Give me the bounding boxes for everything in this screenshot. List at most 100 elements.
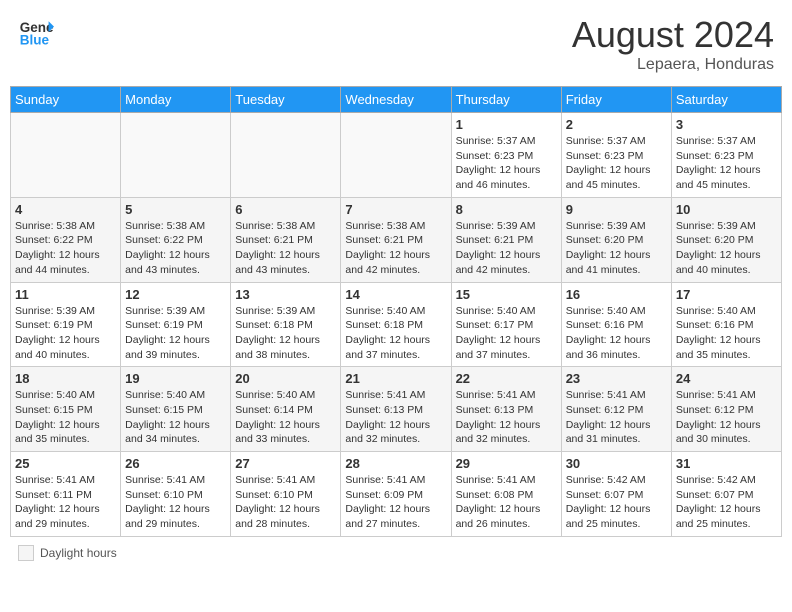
day-info: Sunrise: 5:39 AMSunset: 6:19 PMDaylight:… (125, 304, 226, 363)
svg-text:Blue: Blue (20, 33, 50, 48)
calendar-cell: 3Sunrise: 5:37 AMSunset: 6:23 PMDaylight… (671, 113, 781, 198)
day-number: 20 (235, 371, 336, 386)
day-number: 25 (15, 456, 116, 471)
calendar-day-header: Wednesday (341, 87, 451, 113)
day-number: 30 (566, 456, 667, 471)
calendar-cell: 11Sunrise: 5:39 AMSunset: 6:19 PMDayligh… (11, 282, 121, 367)
day-number: 27 (235, 456, 336, 471)
day-number: 19 (125, 371, 226, 386)
calendar-cell: 16Sunrise: 5:40 AMSunset: 6:16 PMDayligh… (561, 282, 671, 367)
calendar-day-header: Monday (121, 87, 231, 113)
day-number: 21 (345, 371, 446, 386)
calendar-cell: 5 Sunrise: 5:38 AMSunset: 6:22 PMDaylight… (121, 197, 231, 282)
day-info: Sunrise: 5:41 AMSunset: 6:13 PMDaylight:… (456, 388, 557, 447)
calendar-header-row: SundayMondayTuesdayWednesdayThursdayFrid… (11, 87, 782, 113)
day-info: Sunrise: 5:38 AMSunset: 6:22 PMDaylight:… (125, 219, 226, 278)
day-info: Sunrise: 5:38 AMSunset: 6:22 PMDaylight:… (15, 219, 116, 278)
calendar-day-header: Friday (561, 87, 671, 113)
day-info: Sunrise: 5:37 AMSunset: 6:23 PMDaylight:… (566, 134, 667, 193)
calendar-cell: 29 Sunrise: 5:41 AMSunset: 6:08 PMDayligh… (451, 452, 561, 537)
day-number: 23 (566, 371, 667, 386)
calendar-cell: 1Sunrise: 5:37 AMSunset: 6:23 PMDaylight… (451, 113, 561, 198)
day-number: 7 (345, 202, 446, 217)
day-info: Sunrise: 5:41 AMSunset: 6:12 PMDaylight:… (566, 388, 667, 447)
day-info: Sunrise: 5:38 AMSunset: 6:21 PMDaylight:… (345, 219, 446, 278)
calendar-cell: 19 Sunrise: 5:40 AMSunset: 6:15 PMDayligh… (121, 367, 231, 452)
day-number: 10 (676, 202, 777, 217)
page-header: General Blue August 2024 Lepaera, Hondur… (10, 10, 782, 78)
day-number: 17 (676, 287, 777, 302)
location-subtitle: Lepaera, Honduras (572, 56, 774, 74)
day-info: Sunrise: 5:37 AMSunset: 6:23 PMDaylight:… (456, 134, 557, 193)
logo-icon: General Blue (18, 14, 54, 50)
day-number: 14 (345, 287, 446, 302)
day-info: Sunrise: 5:41 AMSunset: 6:09 PMDaylight:… (345, 473, 446, 532)
calendar-cell: 20 Sunrise: 5:40 AMSunset: 6:14 PMDayligh… (231, 367, 341, 452)
calendar-cell: 26 Sunrise: 5:41 AMSunset: 6:10 PMDayligh… (121, 452, 231, 537)
calendar-cell (11, 113, 121, 198)
calendar-cell: 6 Sunrise: 5:38 AMSunset: 6:21 PMDaylight… (231, 197, 341, 282)
day-info: Sunrise: 5:41 AMSunset: 6:10 PMDaylight:… (125, 473, 226, 532)
logo: General Blue (18, 14, 58, 50)
calendar-cell: 22 Sunrise: 5:41 AMSunset: 6:13 PMDayligh… (451, 367, 561, 452)
calendar-cell: 30 Sunrise: 5:42 AMSunset: 6:07 PMDayligh… (561, 452, 671, 537)
day-info: Sunrise: 5:40 AMSunset: 6:18 PMDaylight:… (345, 304, 446, 363)
calendar-cell: 17 Sunrise: 5:40 AMSunset: 6:16 PMDayligh… (671, 282, 781, 367)
day-number: 22 (456, 371, 557, 386)
day-info: Sunrise: 5:39 AMSunset: 6:18 PMDaylight:… (235, 304, 336, 363)
calendar-week-row: 25 Sunrise: 5:41 AMSunset: 6:11 PMDayligh… (11, 452, 782, 537)
day-info: Sunrise: 5:39 AMSunset: 6:20 PMDaylight:… (566, 219, 667, 278)
day-number: 29 (456, 456, 557, 471)
day-info: Sunrise: 5:40 AMSunset: 6:15 PMDaylight:… (15, 388, 116, 447)
calendar-cell: 27 Sunrise: 5:41 AMSunset: 6:10 PMDayligh… (231, 452, 341, 537)
day-info: Sunrise: 5:40 AMSunset: 6:15 PMDaylight:… (125, 388, 226, 447)
calendar-cell: 4Sunrise: 5:38 AMSunset: 6:22 PMDaylight… (11, 197, 121, 282)
day-number: 3 (676, 117, 777, 132)
day-info: Sunrise: 5:40 AMSunset: 6:14 PMDaylight:… (235, 388, 336, 447)
day-number: 24 (676, 371, 777, 386)
calendar-week-row: 1Sunrise: 5:37 AMSunset: 6:23 PMDaylight… (11, 113, 782, 198)
day-info: Sunrise: 5:41 AMSunset: 6:08 PMDaylight:… (456, 473, 557, 532)
calendar-cell (231, 113, 341, 198)
calendar-cell: 13Sunrise: 5:39 AMSunset: 6:18 PMDayligh… (231, 282, 341, 367)
calendar-cell: 23 Sunrise: 5:41 AMSunset: 6:12 PMDayligh… (561, 367, 671, 452)
day-info: Sunrise: 5:39 AMSunset: 6:21 PMDaylight:… (456, 219, 557, 278)
day-info: Sunrise: 5:40 AMSunset: 6:16 PMDaylight:… (676, 304, 777, 363)
day-number: 31 (676, 456, 777, 471)
day-info: Sunrise: 5:41 AMSunset: 6:11 PMDaylight:… (15, 473, 116, 532)
calendar-cell: 2Sunrise: 5:37 AMSunset: 6:23 PMDaylight… (561, 113, 671, 198)
day-info: Sunrise: 5:42 AMSunset: 6:07 PMDaylight:… (676, 473, 777, 532)
calendar-cell: 25 Sunrise: 5:41 AMSunset: 6:11 PMDayligh… (11, 452, 121, 537)
calendar-cell: 21Sunrise: 5:41 AMSunset: 6:13 PMDayligh… (341, 367, 451, 452)
calendar-cell: 9Sunrise: 5:39 AMSunset: 6:20 PMDaylight… (561, 197, 671, 282)
legend: Daylight hours (10, 543, 782, 563)
day-number: 11 (15, 287, 116, 302)
calendar-cell: 8 Sunrise: 5:39 AMSunset: 6:21 PMDaylight… (451, 197, 561, 282)
calendar-day-header: Saturday (671, 87, 781, 113)
day-info: Sunrise: 5:42 AMSunset: 6:07 PMDaylight:… (566, 473, 667, 532)
day-number: 8 (456, 202, 557, 217)
calendar-cell: 14 Sunrise: 5:40 AMSunset: 6:18 PMDayligh… (341, 282, 451, 367)
day-number: 5 (125, 202, 226, 217)
month-year-title: August 2024 (572, 14, 774, 56)
day-number: 26 (125, 456, 226, 471)
legend-label: Daylight hours (40, 546, 117, 560)
calendar-cell: 7 Sunrise: 5:38 AMSunset: 6:21 PMDaylight… (341, 197, 451, 282)
calendar-cell: 24Sunrise: 5:41 AMSunset: 6:12 PMDayligh… (671, 367, 781, 452)
day-number: 12 (125, 287, 226, 302)
calendar-table: SundayMondayTuesdayWednesdayThursdayFrid… (10, 86, 782, 537)
day-number: 6 (235, 202, 336, 217)
day-number: 16 (566, 287, 667, 302)
day-info: Sunrise: 5:38 AMSunset: 6:21 PMDaylight:… (235, 219, 336, 278)
calendar-cell (121, 113, 231, 198)
day-number: 28 (345, 456, 446, 471)
day-number: 15 (456, 287, 557, 302)
calendar-week-row: 18Sunrise: 5:40 AMSunset: 6:15 PMDayligh… (11, 367, 782, 452)
calendar-day-header: Tuesday (231, 87, 341, 113)
legend-box (18, 545, 34, 561)
day-info: Sunrise: 5:41 AMSunset: 6:10 PMDaylight:… (235, 473, 336, 532)
calendar-cell (341, 113, 451, 198)
calendar-week-row: 4Sunrise: 5:38 AMSunset: 6:22 PMDaylight… (11, 197, 782, 282)
day-info: Sunrise: 5:39 AMSunset: 6:20 PMDaylight:… (676, 219, 777, 278)
calendar-day-header: Thursday (451, 87, 561, 113)
